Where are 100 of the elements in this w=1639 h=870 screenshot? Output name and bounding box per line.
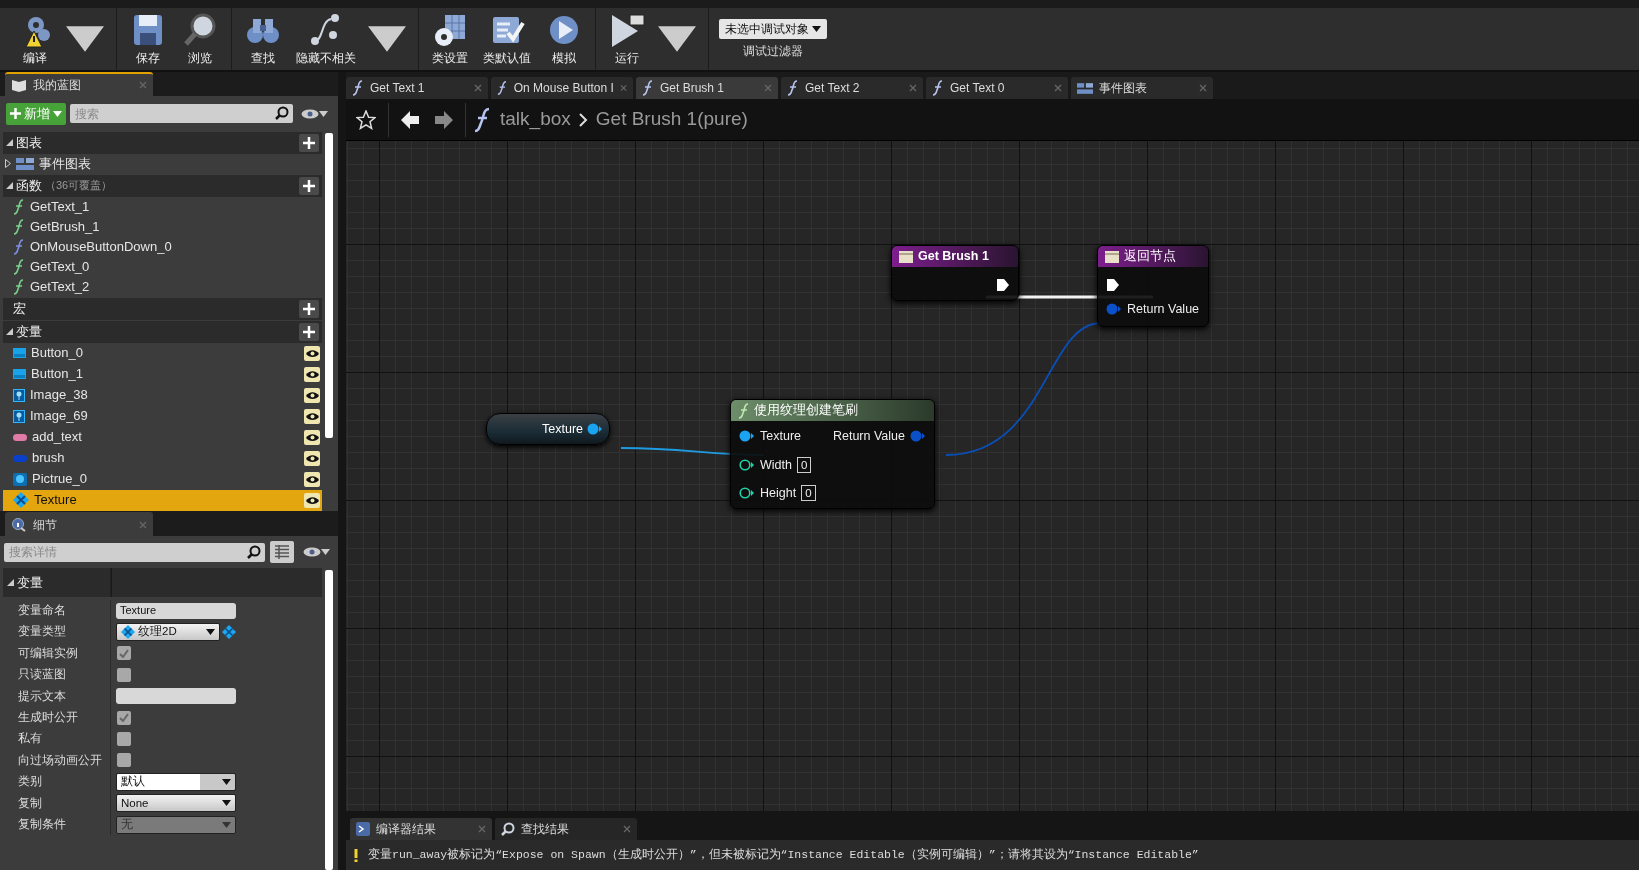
text-field[interactable]: Texture [116, 602, 236, 619]
tree-item[interactable]: Pictrue_0 [3, 468, 322, 490]
function-node[interactable]: 使用纹理创建笔刷 Texture Return Value Width 0 Height 0 [730, 399, 935, 509]
search-field[interactable]: 搜索 [70, 104, 293, 124]
section-header[interactable]: 图表 [3, 131, 322, 154]
function-icon [13, 278, 25, 295]
search-field[interactable]: 搜索详情 [4, 542, 265, 562]
checkbox[interactable] [117, 646, 131, 661]
tree-item[interactable]: Image_38 [3, 384, 322, 406]
section-header[interactable]: 函数 （36可覆盖） [3, 174, 322, 197]
visibility-toggle[interactable] [304, 408, 320, 424]
tree-item[interactable]: Texture [3, 489, 322, 511]
section-header[interactable]: 宏 [3, 297, 322, 320]
tree-item[interactable]: brush [3, 447, 322, 469]
debug-filter-dropdown[interactable]: 未选中调试对象 [719, 18, 827, 39]
toolbar-button[interactable]: 浏览 [177, 8, 223, 70]
add-button[interactable] [299, 133, 319, 152]
visibility-toggle[interactable] [304, 366, 320, 382]
close-icon [1199, 84, 1207, 92]
property-label: 复制 [3, 792, 111, 814]
tree-item[interactable]: Button_1 [3, 363, 322, 385]
visibility-toggle[interactable] [304, 429, 320, 445]
pin-icon [910, 430, 926, 442]
node-header: Get Brush 1 [892, 246, 1018, 267]
property-label: 类别 [3, 771, 111, 793]
document-tab[interactable]: Get Brush 1 [636, 77, 778, 99]
tree-item[interactable]: Button_0 [3, 342, 322, 364]
breadcrumb-link[interactable]: talk_box [500, 105, 571, 134]
property-label: 提示文本 [3, 685, 111, 707]
close-icon [478, 825, 486, 833]
document-tab[interactable]: 事件图表 [1071, 77, 1213, 99]
document-tab[interactable]: Get Text 1 [346, 77, 488, 99]
caret-icon [53, 110, 62, 117]
pin-label: Return Value [832, 427, 905, 445]
scrollbar-thumb[interactable] [325, 132, 333, 438]
tree-item[interactable]: add_text [3, 426, 322, 448]
entry-node[interactable]: Get Brush 1 [891, 245, 1019, 301]
checkbox[interactable] [117, 667, 131, 682]
pin-icon [739, 487, 755, 499]
document-tab[interactable]: Get Text 0 [926, 77, 1068, 99]
tree-item[interactable]: 事件图表 [3, 153, 322, 174]
toolbar-button[interactable]: 隐藏不相关 [292, 8, 410, 70]
toolbar-button[interactable]: 运行 [604, 8, 700, 70]
pin-label: Height [760, 484, 797, 502]
checkbox[interactable] [117, 753, 131, 768]
search-icon [247, 544, 261, 559]
visibility-toggle[interactable] [304, 492, 320, 508]
panel-tab[interactable]: 查找结果 [495, 818, 637, 840]
graph-icon [16, 157, 34, 170]
tree-item[interactable]: GetBrush_1 [3, 216, 322, 237]
checkbox[interactable] [117, 710, 131, 725]
info-magnifier-icon [11, 518, 27, 532]
tree-item[interactable]: GetText_2 [3, 276, 322, 297]
add-button[interactable] [299, 322, 319, 341]
dropdown[interactable]: 默认 [116, 772, 236, 791]
panel-tab[interactable]: 编译器结果 [350, 818, 492, 840]
text-field[interactable] [116, 688, 236, 705]
checkbox[interactable] [117, 732, 131, 747]
visibility-toggle[interactable] [304, 345, 320, 361]
pin-icon [587, 423, 603, 435]
function-icon [474, 106, 492, 133]
panel-tab[interactable]: 我的蓝图 [5, 72, 153, 96]
document-tab[interactable]: Get Text 2 [781, 77, 923, 99]
number-field[interactable]: 0 [796, 457, 812, 473]
visibility-toggle[interactable] [304, 387, 320, 403]
tree-item[interactable]: Image_69 [3, 405, 322, 427]
add-button[interactable] [299, 299, 319, 318]
toolbar-button[interactable]: 编译 [12, 8, 108, 70]
document-tab[interactable]: On Mouse Button I [491, 77, 633, 99]
checkmark-icon [119, 713, 129, 723]
scrollbar-thumb[interactable] [325, 570, 333, 870]
caret-icon [812, 25, 821, 32]
count-note: （36可覆盖） [45, 178, 113, 194]
section-header[interactable]: 变量 [3, 320, 322, 343]
toolbar-button[interactable]: 类设置 [427, 8, 473, 70]
return-node[interactable]: 返回节点 Return Value [1097, 245, 1209, 327]
panel-tab[interactable]: 细节 [5, 512, 153, 536]
toolbar-button[interactable]: 保存 [125, 8, 171, 70]
dropdown[interactable]: None [116, 794, 236, 813]
toolbar-button[interactable]: 模拟 [541, 8, 587, 70]
toolbar-button[interactable]: 查找 [240, 8, 286, 70]
visibility-toggle[interactable] [304, 471, 320, 487]
visibility-toggle[interactable] [304, 450, 320, 466]
checkmark-icon [119, 648, 129, 658]
variable-node[interactable]: Texture [486, 413, 610, 445]
view-grid-button[interactable] [270, 541, 294, 563]
message-text: 变量run_away被标记为“Expose on Spawn（生成时公开）”，但未被标记为“Instance Editable（实例可编辑）”；请将其设为“Instance Editable” [368, 847, 1199, 864]
tree-item[interactable]: OnMouseButtonDown_0 [3, 236, 322, 257]
type-dropdown[interactable]: 纹理2D [116, 623, 220, 642]
tree-item[interactable]: GetText_1 [3, 196, 322, 217]
toolbar-button[interactable]: 类默认值 [479, 8, 535, 70]
type-picker-button[interactable] [222, 625, 236, 640]
graph-icon [1077, 82, 1093, 94]
star-icon [356, 109, 376, 130]
add-button[interactable] [299, 176, 319, 195]
number-field[interactable]: 0 [801, 485, 816, 501]
tree-item[interactable]: GetText_0 [3, 256, 322, 277]
property-label: 变量类型 [3, 621, 111, 643]
section-header[interactable]: 变量 [3, 568, 111, 597]
picture-frame-icon [13, 388, 25, 402]
